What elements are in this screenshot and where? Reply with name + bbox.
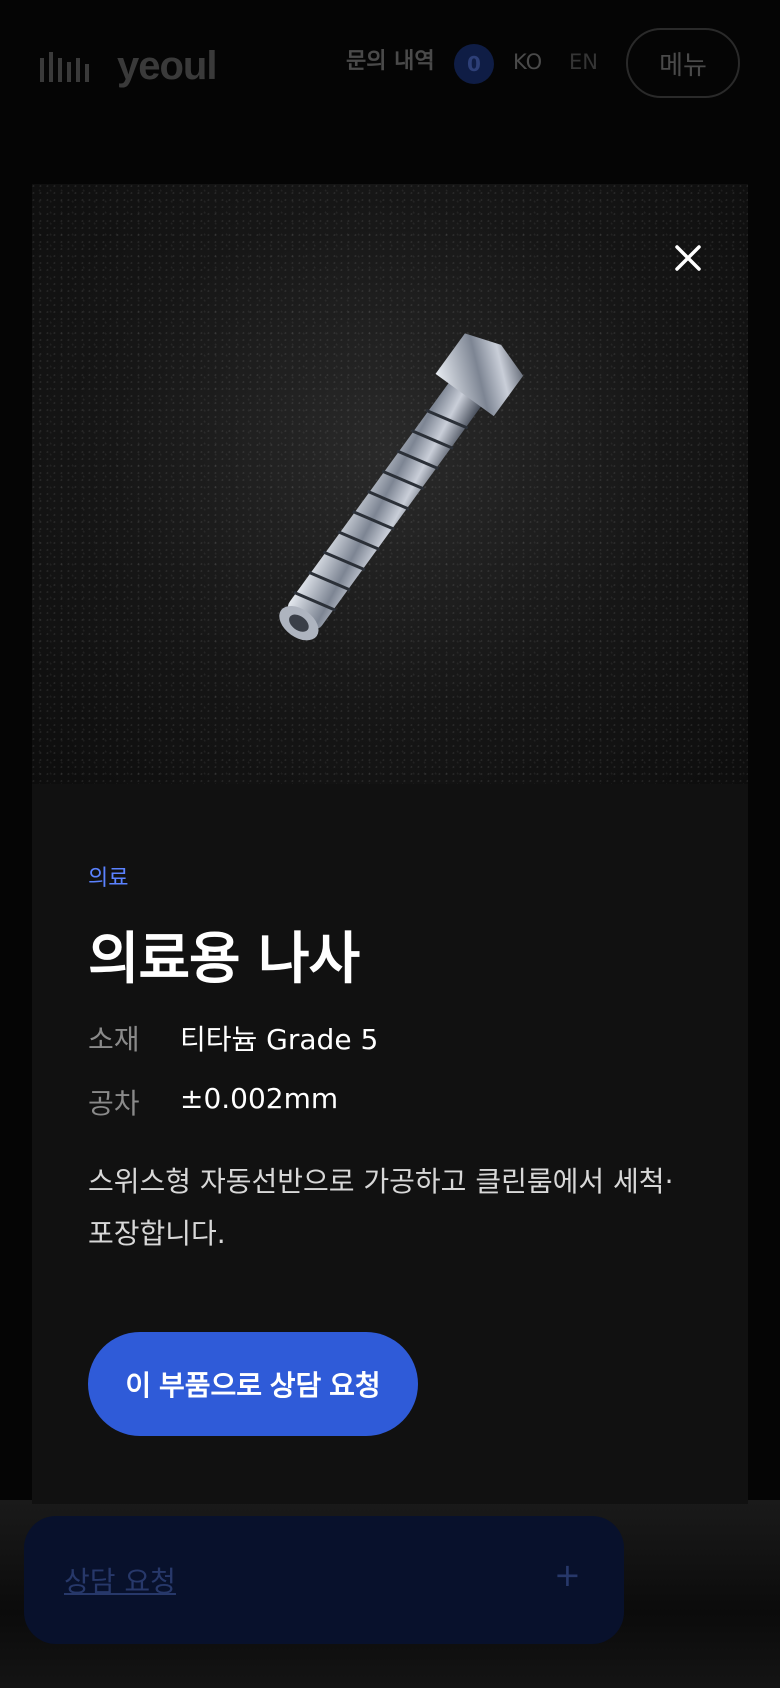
medical-screw-photo [32,184,748,784]
logo-text: yeoul [117,44,217,88]
language-ko[interactable]: KO [513,50,542,74]
consult-cta-button[interactable]: 이 부품으로 상담 요청 [88,1332,418,1436]
spec-label-tolerance: 공차 [88,1087,140,1120]
inquiry-count-badge: 0 [454,44,494,84]
close-icon [675,245,701,271]
close-button[interactable] [668,238,708,278]
spec-value-tolerance: ±0.002mm [180,1082,339,1115]
plus-icon[interactable]: + [554,1556,581,1594]
product-title: 의료용 나사 [88,927,360,992]
screw-image [279,333,524,641]
inquiry-history-link[interactable]: 문의 내역 [346,44,435,80]
spec-value-material: 티타늄 Grade 5 [180,1023,379,1056]
product-description: 스위스형 자동선반으로 가공하고 클린룸에서 세척·포장합니다. [88,1165,674,1250]
language-en[interactable]: EN [569,50,598,74]
logo-bars-icon [40,51,89,82]
site-header: yeoul 문의 내역 0 KO EN 메뉴 [0,0,780,130]
product-modal: 의료 의료용 나사 소재 티타늄 Grade 5 공차 ±0.002mm 스위스… [32,184,748,1504]
consult-request-link[interactable]: 상담 요청 [64,1560,176,1600]
menu-button[interactable]: 메뉴 [626,28,740,98]
logo[interactable]: yeoul [40,44,217,89]
spec-label-material: 소재 [88,1023,140,1056]
product-category: 의료 [88,866,129,891]
consult-request-bar[interactable]: 상담 요청 + [24,1516,624,1644]
